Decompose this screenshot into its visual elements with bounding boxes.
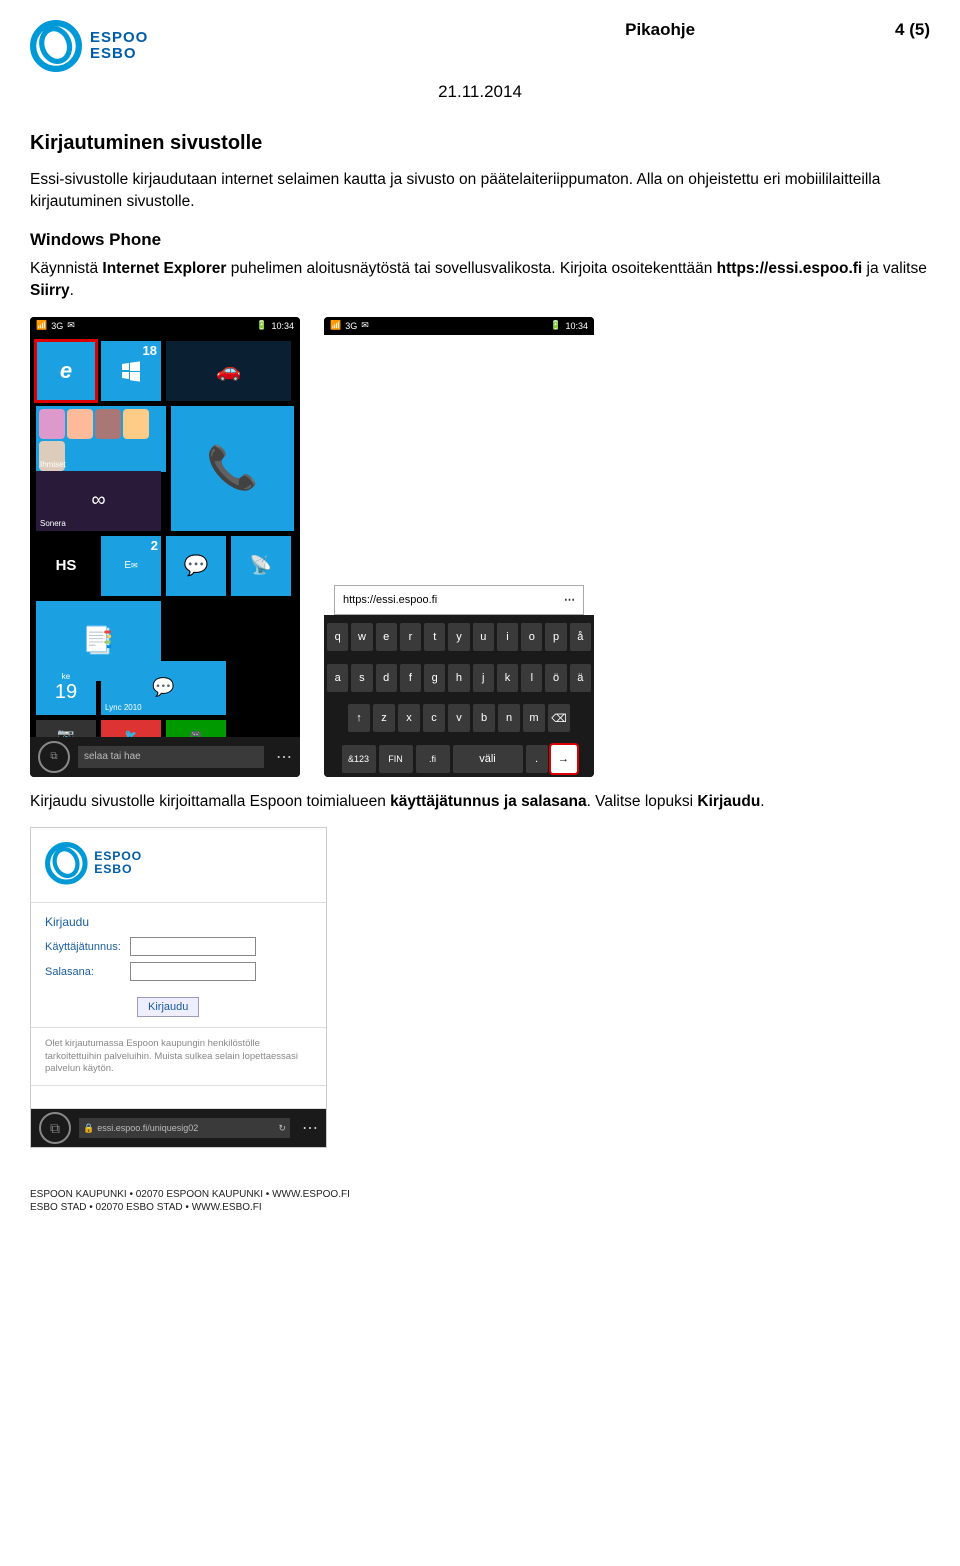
url-input[interactable]: https://essi.espoo.fi ⋯ xyxy=(334,585,584,615)
platform-heading: Windows Phone xyxy=(30,230,930,250)
mail-icon: ✉ xyxy=(361,320,369,331)
lock-icon: 🔒 xyxy=(83,1123,94,1134)
key-.fi[interactable]: .fi xyxy=(416,745,450,773)
signal-icon: 📶 xyxy=(330,320,341,331)
key-väli[interactable]: väli xyxy=(453,745,523,773)
lync-tile[interactable]: 💬Lync 2010 xyxy=(101,661,226,715)
sonera-tile[interactable]: ∞ Sonera xyxy=(36,471,161,531)
page-footer: ESPOON KAUPUNKI • 02070 ESPOON KAUPUNKI … xyxy=(30,1188,930,1214)
key-å[interactable]: å xyxy=(570,623,591,651)
key-c[interactable]: c xyxy=(423,704,445,732)
calendar-tile[interactable]: ke 19 xyxy=(36,661,96,715)
exchange-tile[interactable]: E✉2 xyxy=(101,536,161,596)
section-heading: Kirjautuminen sivustolle xyxy=(30,132,930,155)
more-icon[interactable]: ⋯ xyxy=(276,747,292,767)
key-↑[interactable]: ↑ xyxy=(348,704,370,732)
espoo-logo: ESPOO ESBO xyxy=(30,20,148,72)
key-o[interactable]: o xyxy=(521,623,542,651)
drive-tile[interactable]: 🚗 xyxy=(166,341,291,401)
signal-icon: 📶 xyxy=(36,320,47,331)
key-i[interactable]: i xyxy=(497,623,518,651)
key-ö[interactable]: ö xyxy=(545,664,566,692)
key-.[interactable]: . xyxy=(526,745,548,773)
key-b[interactable]: b xyxy=(473,704,495,732)
doc-type: Pikaohje xyxy=(625,20,695,40)
screenshot-start-screen: 📶 3G ✉ 🔋10:34 e 18 🚗 Ihmiset xyxy=(30,317,300,777)
doc-date: 21.11.2014 xyxy=(30,82,930,102)
messaging-tile[interactable]: 💬 xyxy=(166,536,226,596)
password-label: Salasana: xyxy=(45,966,130,978)
key-→[interactable]: → xyxy=(551,745,577,773)
key-j[interactable]: j xyxy=(473,664,494,692)
login-button[interactable]: Kirjaudu xyxy=(137,997,199,1017)
intro-text: Essi-sivustolle kirjaudutaan internet se… xyxy=(30,169,930,214)
key-a[interactable]: a xyxy=(327,664,348,692)
username-label: Käyttäjätunnus: xyxy=(45,941,130,953)
more-icon[interactable]: ⋯ xyxy=(302,1118,318,1138)
key-k[interactable]: k xyxy=(497,664,518,692)
page-number: 4 (5) xyxy=(895,20,930,40)
key-v[interactable]: v xyxy=(448,704,470,732)
key-ä[interactable]: ä xyxy=(570,664,591,692)
key-l[interactable]: l xyxy=(521,664,542,692)
key-&123[interactable]: &123 xyxy=(342,745,376,773)
keyboard: qwertyuiopå asdfghjklöä ↑zxcvbnm⌫ &123FI… xyxy=(324,615,594,777)
wallet-tile[interactable]: 📡 xyxy=(231,536,291,596)
key-q[interactable]: q xyxy=(327,623,348,651)
password-field[interactable] xyxy=(130,962,256,981)
key-m[interactable]: m xyxy=(523,704,545,732)
key-s[interactable]: s xyxy=(351,664,372,692)
username-field[interactable] xyxy=(130,937,256,956)
key-r[interactable]: r xyxy=(400,623,421,651)
key-d[interactable]: d xyxy=(376,664,397,692)
tabs-button[interactable]: ⧉ xyxy=(38,741,70,773)
instruction-1: Käynnistä Internet Explorer puhelimen al… xyxy=(30,258,930,303)
login-footnote: Olet kirjautumassa Espoon kaupungin henk… xyxy=(31,1028,326,1086)
logo-text-1: ESPOO xyxy=(90,30,148,47)
address-bar[interactable]: selaa tai hae xyxy=(78,746,264,768)
bottom-nav: ⧉ selaa tai hae ⋯ xyxy=(30,737,300,777)
key-f[interactable]: f xyxy=(400,664,421,692)
key-t[interactable]: t xyxy=(424,623,445,651)
key-w[interactable]: w xyxy=(351,623,372,651)
logo-text-2: ESBO xyxy=(90,46,148,63)
hs-tile[interactable]: HS xyxy=(36,536,96,596)
key-y[interactable]: y xyxy=(448,623,469,651)
ie-tile[interactable]: e xyxy=(36,341,96,401)
key-e[interactable]: e xyxy=(376,623,397,651)
store-tile[interactable]: 18 xyxy=(101,341,161,401)
key-g[interactable]: g xyxy=(424,664,445,692)
login-heading: Kirjaudu xyxy=(45,915,312,929)
key-x[interactable]: x xyxy=(398,704,420,732)
secure-url-bar[interactable]: 🔒 essi.espoo.fi/uniquesig02 ↻ xyxy=(79,1118,290,1138)
mail-icon: ✉ xyxy=(67,320,75,331)
key-n[interactable]: n xyxy=(498,704,520,732)
key-FIN[interactable]: FIN xyxy=(379,745,413,773)
tabs-button[interactable]: ⧉ xyxy=(39,1112,71,1144)
key-u[interactable]: u xyxy=(473,623,494,651)
key-p[interactable]: p xyxy=(545,623,566,651)
instruction-2: Kirjaudu sivustolle kirjoittamalla Espoo… xyxy=(30,791,930,813)
phone-tile[interactable]: 📞 xyxy=(171,406,295,531)
screenshot-login: ESPOOESBO Kirjaudu Käyttäjätunnus: Salas… xyxy=(30,827,327,1148)
key-⌫[interactable]: ⌫ xyxy=(548,704,570,732)
people-tile[interactable]: Ihmiset xyxy=(36,406,166,472)
refresh-icon[interactable]: ↻ xyxy=(278,1123,286,1134)
key-h[interactable]: h xyxy=(448,664,469,692)
key-z[interactable]: z xyxy=(373,704,395,732)
screenshot-browser-keyboard: 📶 3G ✉ 🔋10:34 https://essi.espoo.fi ⋯ qw… xyxy=(324,317,594,777)
